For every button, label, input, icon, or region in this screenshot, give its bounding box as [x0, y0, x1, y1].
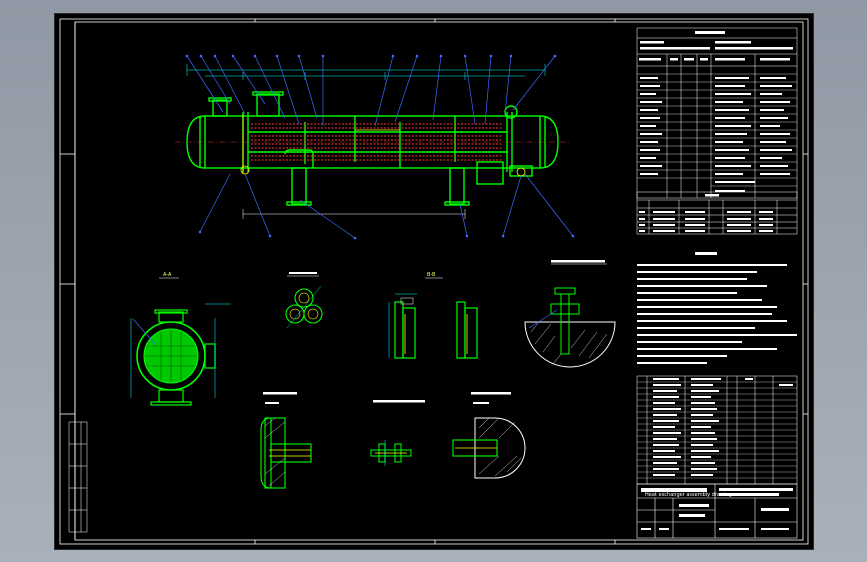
technical-notes	[637, 252, 797, 364]
title-block-logo-text: Heat exchanger assembly drawing	[645, 492, 732, 498]
weld-detail-view[interactable]	[524, 260, 616, 368]
technical-spec-table	[636, 27, 798, 199]
parts-list-text	[653, 378, 793, 476]
spec-table-text	[639, 31, 793, 192]
technical-spec-rows	[637, 73, 797, 187]
cad-viewport[interactable]: Heat exchanger assembly drawing A-A B-B	[0, 0, 867, 562]
section-b-b-label: B-B	[427, 272, 436, 278]
nozzle-table-text	[639, 194, 773, 232]
section-a-a-label: A-A	[163, 272, 172, 278]
detail-iii-view[interactable]	[452, 392, 526, 479]
detail-i-view[interactable]	[260, 392, 312, 489]
detail-ii-view[interactable]	[370, 400, 425, 466]
exchanger-elevation[interactable]	[175, 54, 575, 240]
binding-strip	[68, 421, 88, 533]
section-b-b-view[interactable]: B-B	[388, 272, 478, 359]
cad-drawing: Heat exchanger assembly drawing A-A B-B	[59, 18, 809, 545]
drawing-sheet[interactable]: Heat exchanger assembly drawing A-A B-B	[54, 13, 814, 550]
section-a-a-view[interactable]: A-A	[130, 272, 231, 406]
tube-layout-detail[interactable]	[285, 272, 323, 329]
drawing-frame	[59, 18, 809, 545]
